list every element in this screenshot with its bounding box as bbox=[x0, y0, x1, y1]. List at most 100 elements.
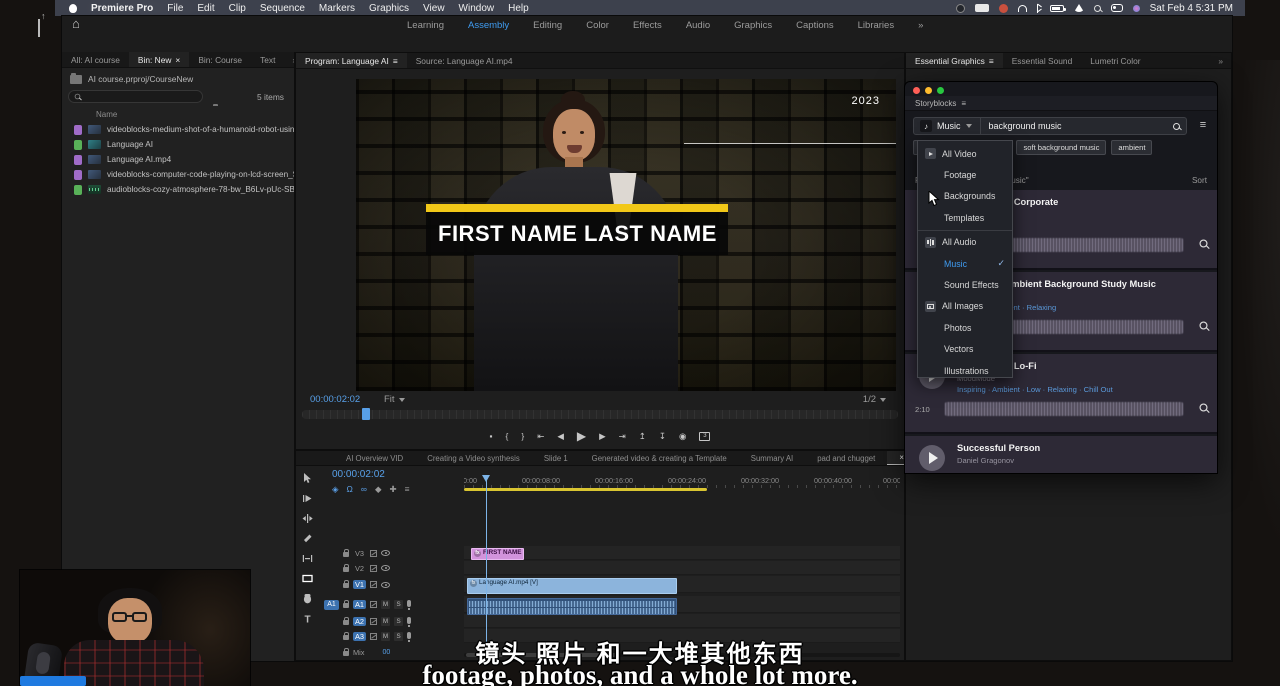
hand-tool-icon[interactable] bbox=[302, 593, 313, 604]
record-icon[interactable] bbox=[999, 4, 1008, 13]
find-similar-icon[interactable] bbox=[1199, 239, 1207, 247]
playback-resolution-dropdown[interactable]: 1/2 bbox=[863, 394, 886, 405]
status-icon[interactable] bbox=[956, 4, 965, 13]
go-to-out-button[interactable]: ⇥ bbox=[619, 431, 626, 442]
project-search-input[interactable] bbox=[68, 90, 203, 103]
scrubber-playhead[interactable] bbox=[362, 408, 370, 420]
program-video-frame[interactable]: 2023 FIRST NAME LAST NAME bbox=[356, 79, 896, 391]
zoom-window-icon[interactable] bbox=[937, 87, 944, 94]
close-icon[interactable]: × bbox=[899, 453, 904, 462]
panel-overflow-icon[interactable]: » bbox=[284, 55, 294, 65]
play-icon[interactable] bbox=[919, 445, 945, 471]
graphic-clip-first-name[interactable]: fxFIRST NAME bbox=[471, 548, 524, 560]
lock-icon[interactable] bbox=[343, 583, 349, 588]
menu-edit[interactable]: Edit bbox=[197, 3, 214, 14]
siri-icon[interactable] bbox=[1133, 5, 1140, 12]
panel-menu-icon[interactable]: ≡ bbox=[961, 99, 966, 108]
menu-item-sound-effects[interactable]: Sound Effects bbox=[918, 274, 1012, 295]
track-label[interactable]: V1 bbox=[353, 580, 366, 589]
workspace-learning[interactable]: Learning bbox=[407, 20, 444, 31]
go-to-in-button[interactable]: ⇤ bbox=[537, 431, 544, 442]
menu-file[interactable]: File bbox=[167, 3, 183, 14]
label-chip[interactable] bbox=[74, 170, 82, 180]
close-window-icon[interactable] bbox=[913, 87, 920, 94]
timeline-ruler[interactable]: 00:00 00:00:08:00 00:00:16:00 00:00:24:0… bbox=[464, 475, 900, 488]
project-item[interactable]: Language AI.mp4 bbox=[62, 152, 294, 167]
nest-toggle-icon[interactable]: ◈ bbox=[332, 484, 339, 495]
eye-icon[interactable] bbox=[381, 582, 390, 588]
menu-graphics[interactable]: Graphics bbox=[369, 3, 409, 14]
menu-sequence[interactable]: Sequence bbox=[260, 3, 305, 14]
tab-essential-graphics[interactable]: Essential Graphics≡ bbox=[906, 53, 1003, 68]
zoom-level-dropdown[interactable]: Fit bbox=[384, 394, 405, 405]
tab-bin-new[interactable]: Bin: New× bbox=[129, 52, 189, 67]
label-chip[interactable] bbox=[74, 185, 82, 195]
lock-icon[interactable] bbox=[343, 552, 349, 557]
keyboard-icon[interactable] bbox=[975, 4, 989, 12]
menu-item-all-video[interactable]: All Video bbox=[918, 143, 1012, 164]
timeline-timecode[interactable]: 00:00:02:02 bbox=[332, 469, 385, 480]
project-item[interactable]: videoblocks-computer-code-playing-on-lcd… bbox=[62, 167, 294, 182]
panel-menu-icon[interactable]: ≡ bbox=[989, 56, 994, 66]
find-similar-icon[interactable] bbox=[1199, 321, 1207, 329]
slip-tool-icon[interactable] bbox=[302, 553, 313, 564]
solo-button[interactable]: S bbox=[394, 617, 403, 626]
button-editor-button[interactable]: 3 bbox=[699, 432, 710, 441]
search-input[interactable]: background music bbox=[989, 121, 1168, 131]
menu-clip[interactable]: Clip bbox=[229, 3, 246, 14]
extract-button[interactable]: ↧ bbox=[659, 431, 666, 442]
headphones-icon[interactable] bbox=[1018, 5, 1027, 12]
tab-program[interactable]: Program: Language AI≡ bbox=[296, 53, 407, 68]
menu-item-photos[interactable]: Photos bbox=[918, 317, 1012, 338]
mark-in-button[interactable]: { bbox=[506, 431, 509, 441]
audio-clip[interactable] bbox=[467, 598, 677, 615]
workspace-graphics[interactable]: Graphics bbox=[734, 20, 772, 31]
result-row[interactable]: Successful Person Daniel Gragonov bbox=[905, 436, 1217, 473]
storyblocks-tab[interactable]: Storyblocks ≡ bbox=[905, 96, 1217, 111]
hamburger-menu-icon[interactable]: ≡ bbox=[1193, 119, 1213, 135]
track-label[interactable]: V2 bbox=[353, 564, 366, 573]
solo-button[interactable]: S bbox=[394, 600, 403, 609]
menu-item-templates[interactable]: Templates bbox=[918, 207, 1012, 228]
media-type-dropdown[interactable]: Music bbox=[937, 121, 961, 131]
video-clip-language-ai[interactable]: fxLanguage AI.mp4 [V] bbox=[467, 578, 677, 594]
workspace-overflow[interactable]: » bbox=[918, 20, 923, 31]
sync-lock-icon[interactable] bbox=[370, 550, 377, 557]
spotlight-icon[interactable] bbox=[1094, 5, 1101, 12]
sequence-tab[interactable]: Slide 1 bbox=[532, 454, 580, 463]
panel-overflow-icon[interactable]: » bbox=[1210, 56, 1231, 66]
waveform[interactable] bbox=[945, 402, 1183, 416]
sync-lock-icon[interactable] bbox=[370, 581, 377, 588]
tab-source[interactable]: Source: Language AI.mp4 bbox=[407, 56, 522, 66]
workspace-color[interactable]: Color bbox=[586, 20, 609, 31]
battery-icon[interactable] bbox=[1050, 5, 1064, 12]
menu-item-footage[interactable]: Footage bbox=[918, 164, 1012, 185]
ripple-edit-tool-icon[interactable] bbox=[302, 513, 313, 524]
sync-lock-icon[interactable] bbox=[370, 618, 377, 625]
monitor-scrubber[interactable] bbox=[302, 410, 898, 419]
track-label[interactable]: V3 bbox=[353, 549, 366, 558]
mute-button[interactable]: M bbox=[381, 617, 390, 626]
label-chip[interactable] bbox=[74, 125, 82, 135]
sequence-tab[interactable]: Generated video & creating a Template bbox=[580, 454, 739, 463]
workspace-editing[interactable]: Editing bbox=[533, 20, 562, 31]
program-timecode[interactable]: 00:00:02:02 bbox=[310, 394, 360, 405]
selection-tool-icon[interactable] bbox=[302, 473, 313, 484]
sequence-tab-active[interactable]: ×Language AI bbox=[887, 451, 905, 465]
apple-icon[interactable] bbox=[69, 4, 77, 13]
sequence-tab[interactable]: Summary AI bbox=[739, 454, 805, 463]
menu-item-music[interactable]: Music✓ bbox=[918, 253, 1012, 274]
step-back-button[interactable]: ◀ bbox=[557, 431, 564, 442]
step-forward-button[interactable]: ▶ bbox=[599, 431, 606, 442]
workspace-libraries[interactable]: Libraries bbox=[858, 20, 894, 31]
control-center-icon[interactable] bbox=[1111, 4, 1123, 12]
label-chip[interactable] bbox=[74, 155, 82, 165]
share-icon[interactable] bbox=[38, 19, 40, 37]
snap-icon[interactable]: Ω bbox=[347, 484, 353, 495]
sync-lock-icon[interactable] bbox=[370, 601, 377, 608]
settings-icon[interactable]: ≡ bbox=[405, 484, 410, 495]
source-patch-a1[interactable]: A1 bbox=[324, 600, 339, 610]
project-item[interactable]: audioblocks-cozy-atmosphere-78-bw_B6Lv-p… bbox=[62, 182, 294, 197]
tab-bin-course[interactable]: Bin: Course bbox=[189, 55, 251, 65]
workspace-assembly[interactable]: Assembly bbox=[468, 20, 509, 31]
